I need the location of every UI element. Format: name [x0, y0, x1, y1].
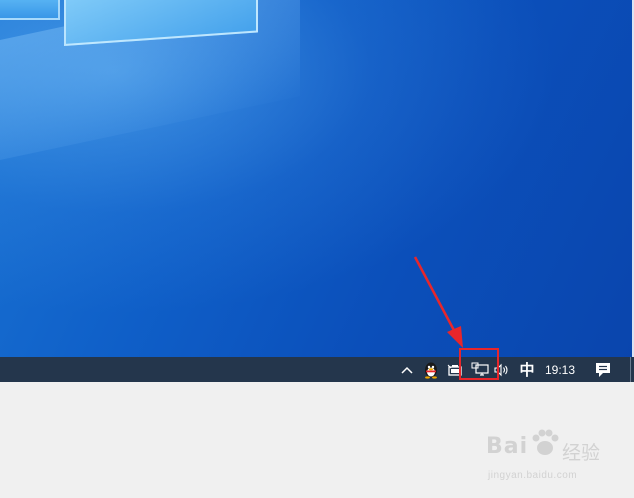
- paw-icon: [532, 429, 559, 455]
- watermark-url: jingyan.baidu.com: [488, 470, 578, 481]
- watermark-brand: Bai: [486, 434, 529, 459]
- annotation-arrow: [413, 256, 463, 348]
- watermark-product: 经验: [562, 442, 601, 464]
- baidu-jingyan-watermark: Bai 经验 jingyan.baidu.com: [482, 429, 627, 492]
